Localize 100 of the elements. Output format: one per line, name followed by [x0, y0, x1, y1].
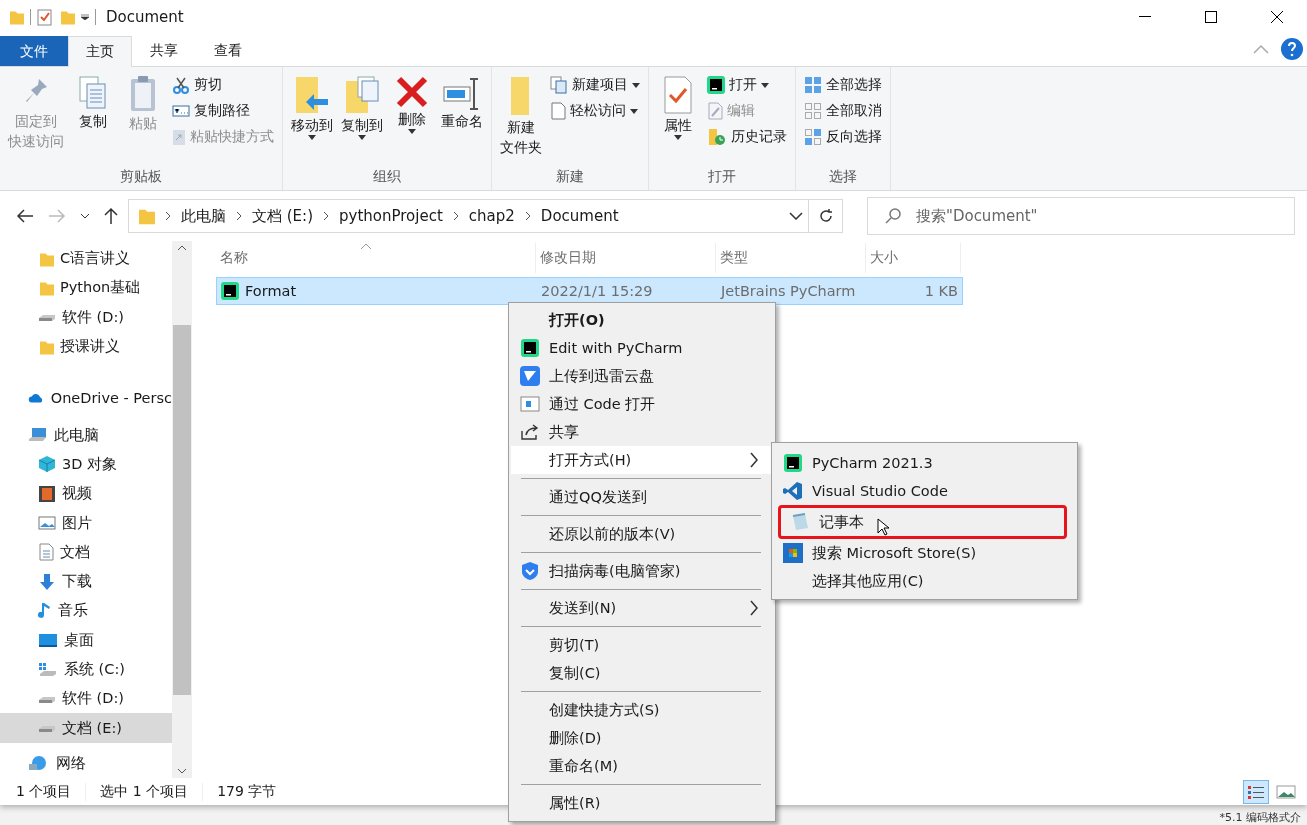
shield-icon: [520, 561, 540, 581]
ribbon-button[interactable]: 重命名: [439, 73, 485, 168]
chevron-right-icon: [165, 211, 171, 221]
ribbon-tab[interactable]: 主页: [68, 36, 132, 67]
ribbon-button[interactable]: 历史记录: [705, 125, 789, 149]
menu-item[interactable]: 重命名(M): [511, 752, 773, 780]
breadcrumb[interactable]: pythonProject: [339, 207, 443, 225]
menu-item[interactable]: 发送到(N): [511, 594, 773, 622]
chevron-right-icon: [452, 211, 459, 221]
chevron-right-icon: [323, 211, 329, 221]
address-field[interactable]: 此电脑 文档 (E:) pythonProject chap2 Document: [128, 199, 843, 233]
shortcut-icon: [172, 128, 186, 146]
menu-item[interactable]: 剪切(T): [511, 631, 773, 659]
caret-icon: [761, 82, 769, 88]
ribbon-button[interactable]: 复制路径: [170, 99, 276, 123]
nav-item[interactable]: 软件 (D:): [0, 302, 172, 332]
ribbon-button[interactable]: 新建 文件夹: [498, 73, 544, 168]
music-icon: [38, 601, 52, 620]
pycharm-icon: [521, 339, 539, 357]
notepad-icon: [790, 512, 810, 532]
share-icon: [520, 423, 540, 441]
view-button[interactable]: [1243, 779, 1269, 804]
column-header[interactable]: 名称: [216, 243, 536, 273]
menu-item[interactable]: Visual Studio Code: [774, 477, 1075, 505]
column-header[interactable]: 大小: [866, 243, 961, 273]
nav-item[interactable]: 授课讲义: [0, 331, 172, 362]
breadcrumb[interactable]: Document: [540, 207, 619, 225]
ribbon-button[interactable]: 全部取消: [802, 99, 884, 123]
menu-item[interactable]: Edit with PyCharm: [511, 334, 773, 362]
nav-item[interactable]: 网络: [0, 748, 172, 779]
menu-item[interactable]: 共享: [511, 418, 773, 446]
menu-item[interactable]: 复制(C): [511, 659, 773, 687]
scrollbar[interactable]: [172, 241, 192, 778]
ribbon-button[interactable]: 复制: [70, 73, 116, 168]
menu-item[interactable]: 属性(R): [511, 789, 773, 817]
nav-item[interactable]: Python基础: [0, 273, 172, 303]
nav-item[interactable]: 图片: [0, 508, 172, 538]
menu-item[interactable]: 上传到迅雷云盘: [511, 362, 773, 390]
maximize-icon: [1205, 11, 1217, 23]
ribbon-button[interactable]: 删除: [389, 73, 435, 168]
ribbon-button[interactable]: 新建项目: [548, 73, 642, 97]
menu-item[interactable]: 通过 Code 打开: [511, 390, 773, 418]
breadcrumb[interactable]: 此电脑: [181, 206, 226, 226]
nav-item[interactable]: 桌面: [0, 625, 172, 655]
ribbon-button[interactable]: 剪切: [170, 73, 276, 97]
nav-item[interactable]: 系统 (C:): [0, 654, 172, 685]
nav-item[interactable]: 文档 (E:): [0, 713, 172, 743]
ribbon-button[interactable]: 属性: [655, 73, 701, 168]
file-row[interactable]: Format 2022/1/1 15:29 JetBrains PyCharm 1 KB: [216, 277, 963, 305]
nav-item[interactable]: 视频: [0, 479, 172, 509]
nav-item[interactable]: 音乐: [0, 596, 172, 626]
table-cell-text: 1 KB: [923, 283, 959, 299]
window-icon: [520, 396, 540, 412]
folder-icon: [38, 279, 54, 296]
nav-item[interactable]: 此电脑: [0, 420, 172, 450]
folder-copy-icon: [344, 75, 380, 115]
ribbon-tab[interactable]: 文件: [0, 36, 68, 66]
search-field[interactable]: 搜索"Document": [867, 197, 1295, 235]
ribbon-button[interactable]: 复制到: [339, 73, 385, 168]
nav-item[interactable]: 软件 (D:): [0, 684, 172, 714]
group-label: 打开: [707, 168, 737, 186]
breadcrumb[interactable]: 文档 (E:): [252, 206, 313, 226]
caret-icon: [308, 135, 316, 140]
menu-item[interactable]: 搜索 Microsoft Store(S): [774, 539, 1075, 567]
menu-item[interactable]: 通过QQ发送到: [511, 483, 773, 511]
code-editor-icon: [783, 481, 803, 501]
nav-item[interactable]: 文档: [0, 537, 172, 567]
table-cell-text: JetBrains PyCharm: [719, 283, 857, 299]
menu-item[interactable]: 还原以前的版本(V): [511, 520, 773, 548]
ribbon-tab[interactable]: 查看: [196, 35, 260, 66]
arrow-left-icon: [16, 209, 34, 223]
column-header[interactable]: 类型: [716, 243, 866, 273]
menu-item[interactable]: 扫描病毒(电脑管家): [511, 557, 773, 585]
ribbon-button[interactable]: 全部选择: [802, 73, 884, 97]
caret-icon: [630, 108, 638, 114]
breadcrumb[interactable]: chap2: [468, 207, 515, 225]
caret-icon: [408, 129, 416, 134]
menu-item[interactable]: 创建快捷方式(S): [511, 696, 773, 724]
menu-item[interactable]: 记事本: [778, 505, 1067, 539]
nav-item[interactable]: 3D 对象: [0, 449, 172, 480]
menu-item[interactable]: 删除(D): [511, 724, 773, 752]
chevron-right-icon: [524, 211, 531, 221]
menu-item[interactable]: PyCharm 2021.3: [774, 449, 1075, 477]
pycharm-icon: [784, 454, 802, 472]
menu-item[interactable]: 打开(O): [511, 306, 773, 334]
nav-item[interactable]: 下载: [0, 566, 172, 597]
ribbon-button[interactable]: 打开: [705, 73, 789, 97]
caret-icon: [358, 135, 366, 140]
ribbon-button[interactable]: 移动到: [289, 73, 335, 168]
ribbon-button[interactable]: 反向选择: [802, 125, 884, 149]
ribbon-tab[interactable]: 共享: [132, 35, 196, 66]
nav-item[interactable]: C语言讲义: [0, 244, 172, 274]
column-header[interactable]: 修改日期: [536, 243, 716, 273]
nav-item[interactable]: OneDrive - Persc: [0, 383, 172, 413]
menu-item[interactable]: 打开方式(H): [511, 446, 773, 474]
ribbon-button[interactable]: 轻松访问: [548, 99, 642, 123]
store-icon: [783, 543, 803, 563]
delete-icon: [395, 75, 429, 109]
menu-item[interactable]: 选择其他应用(C): [774, 567, 1075, 595]
status-text: 1 个项目: [16, 782, 87, 801]
